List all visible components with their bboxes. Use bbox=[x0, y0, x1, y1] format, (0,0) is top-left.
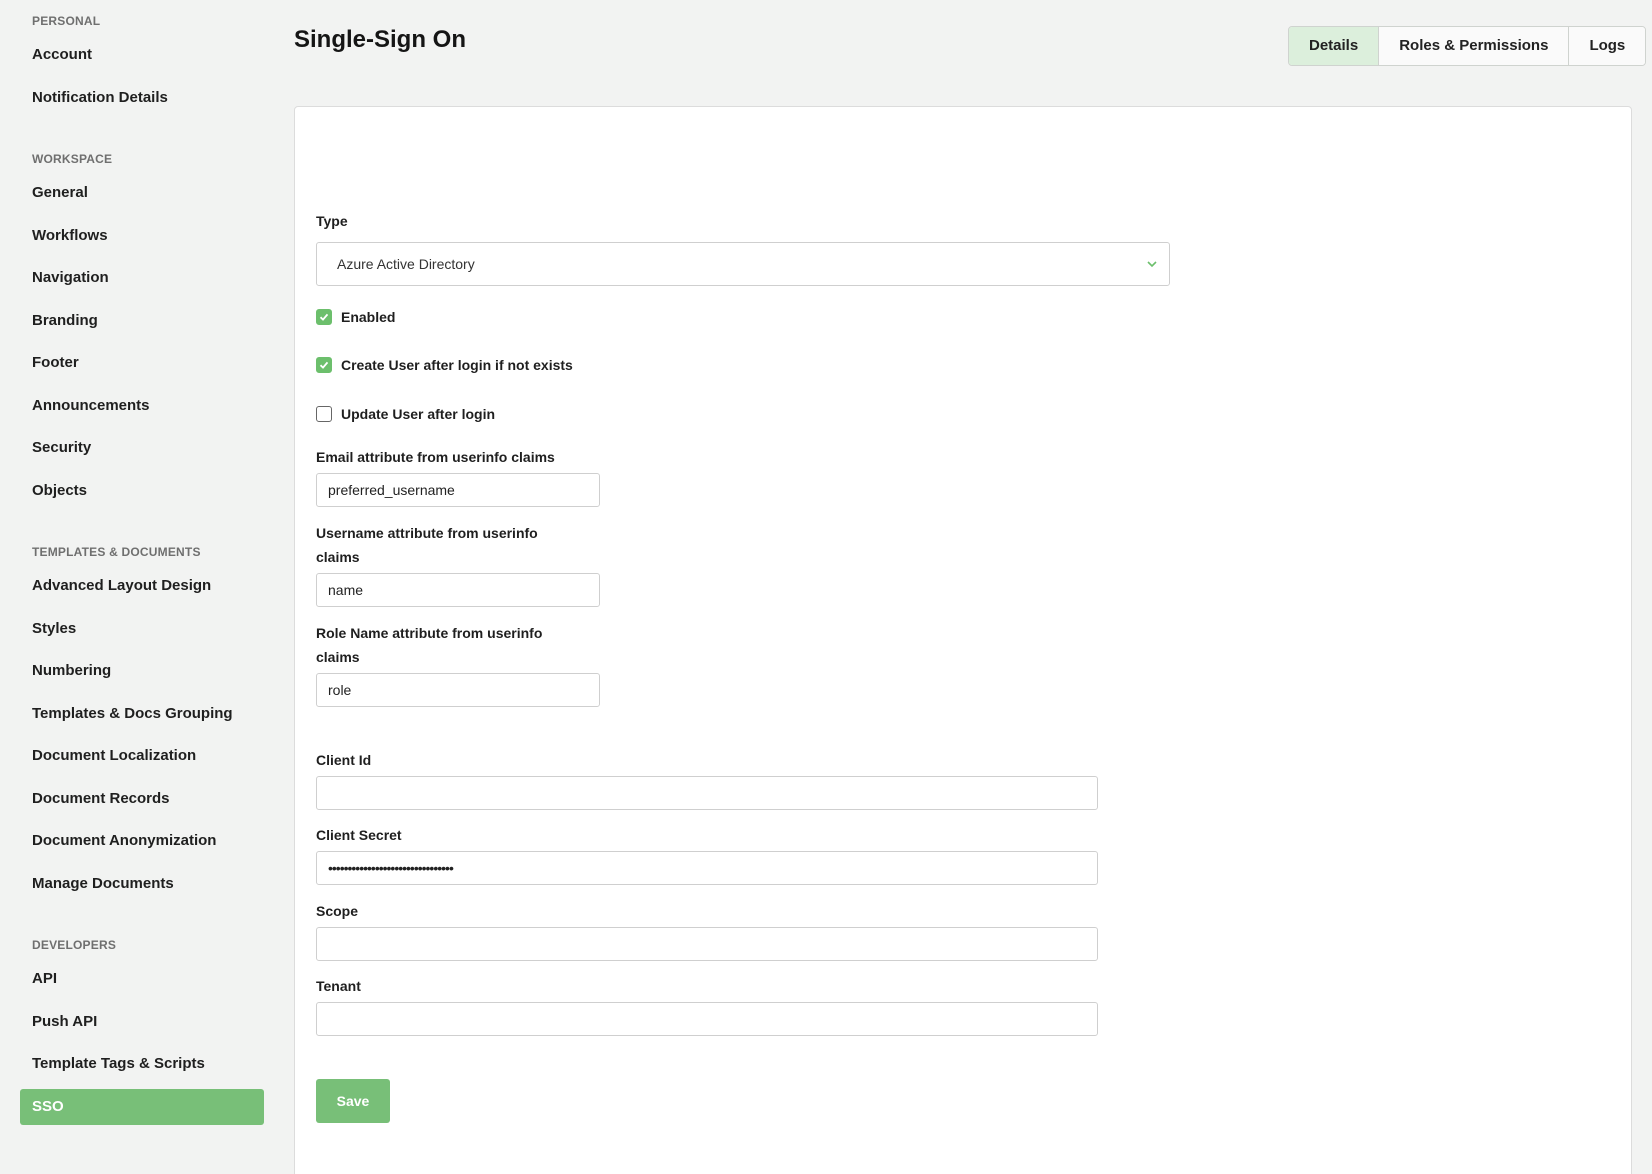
sidebar-item-push-api[interactable]: Push API bbox=[20, 1004, 264, 1040]
client-secret-label: Client Secret bbox=[316, 827, 402, 843]
sidebar-item-notification-details[interactable]: Notification Details bbox=[20, 80, 264, 116]
username-attribute-input[interactable] bbox=[316, 573, 600, 607]
scope-input[interactable] bbox=[316, 927, 1098, 961]
page-title: Single-Sign On bbox=[294, 26, 466, 53]
sidebar-item-advanced-layout-design[interactable]: Advanced Layout Design bbox=[20, 568, 264, 604]
enabled-checkbox[interactable] bbox=[316, 309, 332, 325]
client-id-input[interactable] bbox=[316, 776, 1098, 810]
check-icon bbox=[319, 313, 329, 321]
client-secret-input[interactable] bbox=[316, 851, 1098, 885]
update-user-label: Update User after login bbox=[341, 406, 496, 422]
create-user-checkbox-row[interactable]: Create User after login if not exists bbox=[316, 355, 573, 375]
sidebar-item-template-tags-scripts[interactable]: Template Tags & Scripts bbox=[20, 1046, 264, 1082]
sidebar-item-document-anonymization[interactable]: Document Anonymization bbox=[20, 823, 264, 859]
enabled-label: Enabled bbox=[341, 309, 396, 325]
save-button[interactable]: Save bbox=[316, 1079, 390, 1123]
sso-details-card: Type Azure Active Directory Enabled Crea… bbox=[294, 106, 1632, 1174]
tab-roles-permissions[interactable]: Roles & Permissions bbox=[1378, 27, 1569, 65]
tab-logs[interactable]: Logs bbox=[1568, 27, 1646, 65]
client-id-label: Client Id bbox=[316, 752, 372, 768]
sidebar-item-document-localization[interactable]: Document Localization bbox=[20, 738, 264, 774]
sidebar: PERSONAL Account Notification Details WO… bbox=[0, 0, 275, 1174]
sidebar-item-general[interactable]: General bbox=[20, 175, 264, 211]
update-user-checkbox[interactable] bbox=[316, 406, 332, 422]
sidebar-item-manage-documents[interactable]: Manage Documents bbox=[20, 866, 264, 902]
sidebar-item-numbering[interactable]: Numbering bbox=[20, 653, 264, 689]
chevron-down-icon bbox=[1147, 261, 1157, 268]
sidebar-section-templates-documents: TEMPLATES & DOCUMENTS bbox=[32, 545, 201, 559]
sidebar-section-personal: PERSONAL bbox=[32, 14, 101, 28]
tenant-label: Tenant bbox=[316, 978, 361, 994]
tenant-input[interactable] bbox=[316, 1002, 1098, 1036]
sidebar-item-document-records[interactable]: Document Records bbox=[20, 781, 264, 817]
type-label: Type bbox=[316, 213, 348, 229]
sidebar-item-api[interactable]: API bbox=[20, 961, 264, 997]
tab-details[interactable]: Details bbox=[1289, 27, 1379, 65]
sidebar-item-objects[interactable]: Objects bbox=[20, 473, 264, 509]
sidebar-item-branding[interactable]: Branding bbox=[20, 303, 264, 339]
sidebar-item-templates-docs-grouping[interactable]: Templates & Docs Grouping bbox=[20, 696, 264, 732]
email-attribute-label: Email attribute from userinfo claims bbox=[316, 449, 555, 465]
role-name-attribute-input[interactable] bbox=[316, 673, 600, 707]
tab-bar: Details Roles & Permissions Logs bbox=[1288, 26, 1647, 66]
sidebar-item-sso[interactable]: SSO bbox=[20, 1089, 264, 1125]
type-select-value: Azure Active Directory bbox=[337, 256, 475, 272]
email-attribute-input[interactable] bbox=[316, 473, 600, 507]
sidebar-section-developers: DEVELOPERS bbox=[32, 938, 117, 952]
enabled-checkbox-row[interactable]: Enabled bbox=[316, 307, 395, 327]
username-attribute-label: Username attribute from userinfo claims bbox=[316, 525, 538, 565]
sidebar-item-announcements[interactable]: Announcements bbox=[20, 388, 264, 424]
role-name-attribute-label: Role Name attribute from userinfo claims bbox=[316, 625, 543, 665]
check-icon bbox=[319, 361, 329, 369]
sidebar-item-footer[interactable]: Footer bbox=[20, 345, 264, 381]
sidebar-item-account[interactable]: Account bbox=[20, 37, 264, 73]
update-user-checkbox-row[interactable]: Update User after login bbox=[316, 404, 495, 424]
create-user-checkbox[interactable] bbox=[316, 357, 332, 373]
scope-label: Scope bbox=[316, 903, 359, 919]
sidebar-section-workspace: WORKSPACE bbox=[32, 152, 113, 166]
sidebar-item-security[interactable]: Security bbox=[20, 430, 264, 466]
sidebar-item-styles[interactable]: Styles bbox=[20, 611, 264, 647]
sidebar-item-workflows[interactable]: Workflows bbox=[20, 218, 264, 254]
create-user-label: Create User after login if not exists bbox=[341, 357, 573, 373]
sidebar-item-navigation[interactable]: Navigation bbox=[20, 260, 264, 296]
type-select[interactable]: Azure Active Directory bbox=[316, 242, 1170, 286]
